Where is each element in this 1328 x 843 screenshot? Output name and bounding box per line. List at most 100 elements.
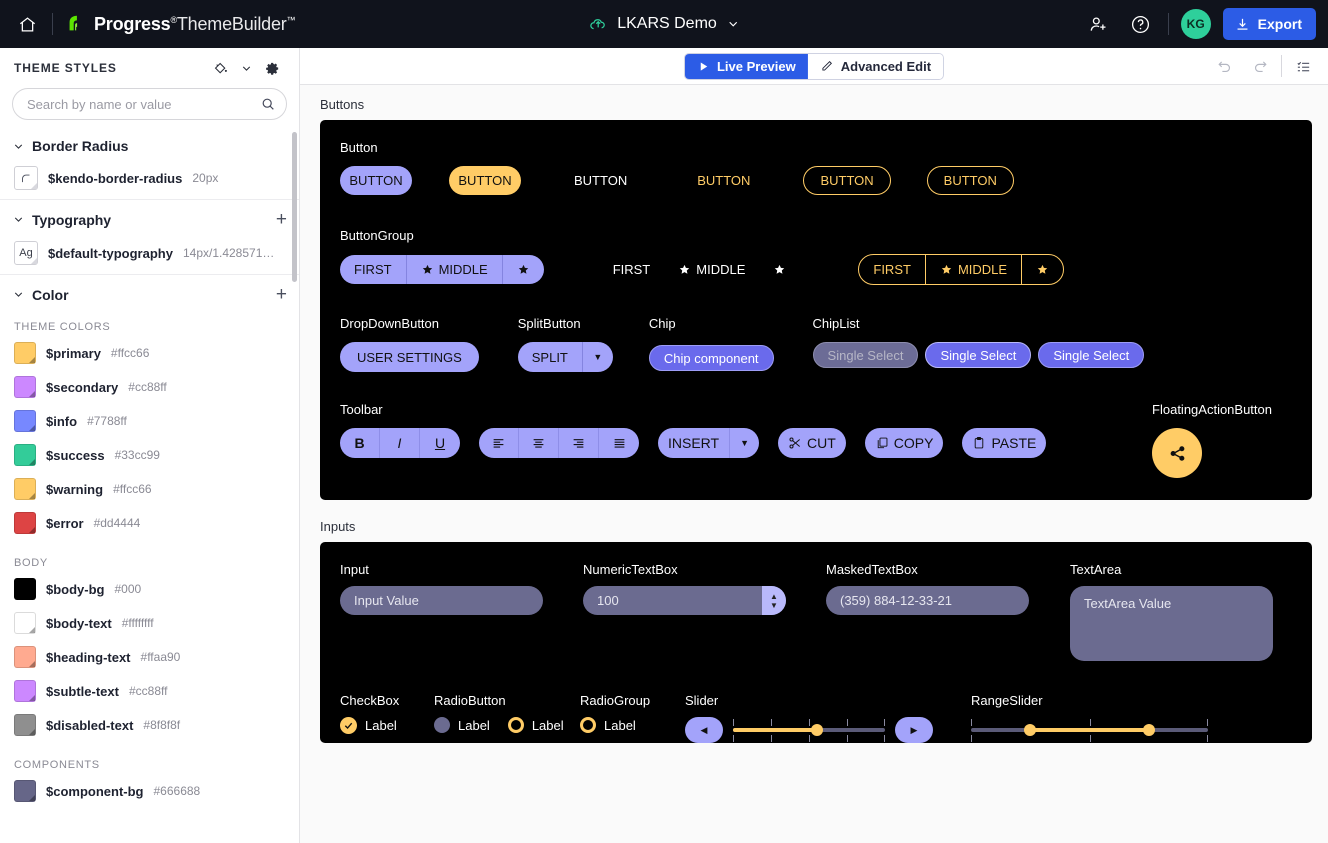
document-title-group[interactable]: LKARS Demo	[588, 14, 740, 34]
radio-selected-icon[interactable]	[507, 717, 524, 733]
button-link[interactable]: BUTTON	[680, 166, 767, 195]
token-value: #7788ff	[87, 414, 127, 428]
search-box[interactable]	[12, 88, 287, 120]
rangeslider-handle-end[interactable]	[1142, 724, 1155, 736]
chip-disabled[interactable]: Single Select	[812, 342, 919, 368]
paint-bucket-icon[interactable]	[205, 53, 235, 83]
radio-unselected-icon[interactable]	[434, 717, 450, 733]
cloud-upload-icon	[590, 19, 605, 30]
tab-live-preview[interactable]: Live Preview	[684, 53, 808, 79]
caret-right-icon[interactable]: ▶	[895, 717, 933, 743]
segment-first[interactable]: FIRST	[859, 255, 926, 284]
color-token-component-bg[interactable]: $component-bg #666688	[0, 777, 299, 811]
align-center-icon[interactable]	[519, 428, 559, 458]
color-token-body-bg[interactable]: $body-bg #000	[0, 575, 299, 609]
section-header-color[interactable]: Color +	[0, 275, 299, 313]
align-right-icon[interactable]	[559, 428, 599, 458]
align-justify-icon[interactable]	[599, 428, 639, 458]
color-token-success[interactable]: $success #33cc99	[0, 441, 299, 475]
segment-middle[interactable]: MIDDLE	[664, 255, 759, 284]
caret-down-icon[interactable]: ▼	[582, 342, 613, 372]
insert-button[interactable]: INSERT	[658, 428, 731, 458]
rangeslider-fill	[1030, 728, 1149, 732]
color-token-disabled-text[interactable]: $disabled-text #8f8f8f	[0, 711, 299, 745]
underline-button[interactable]: U	[420, 428, 460, 458]
color-token-subtle-text[interactable]: $subtle-text #cc88ff	[0, 677, 299, 711]
tab-advanced-edit[interactable]: Advanced Edit	[807, 53, 944, 79]
caret-down-icon[interactable]: ▼	[770, 601, 778, 610]
rangeslider-track[interactable]	[971, 717, 1208, 743]
chip-normal[interactable]: Single Select	[1038, 342, 1145, 368]
button-outline-1[interactable]: BUTTON	[803, 166, 891, 195]
color-token-primary[interactable]: $primary #ffcc66	[0, 339, 299, 373]
section-header-border-radius[interactable]: Border Radius	[0, 128, 299, 163]
masked-textbox[interactable]: (359) 884-12-33-21	[826, 586, 1029, 615]
slider-handle[interactable]	[810, 724, 823, 736]
checklist-icon[interactable]	[1288, 51, 1318, 81]
chip-selected[interactable]: Single Select	[925, 342, 1032, 368]
chevron-down-icon[interactable]	[238, 53, 254, 83]
segment-first[interactable]: FIRST	[340, 255, 407, 284]
bold-button[interactable]: B	[340, 428, 380, 458]
checkbox-item[interactable]: Label	[340, 717, 433, 734]
add-color-button[interactable]: +	[276, 285, 287, 304]
label-radiogroup: RadioGroup	[580, 693, 651, 708]
slider-track[interactable]	[733, 717, 885, 743]
avatar[interactable]: KG	[1180, 9, 1211, 39]
insert-group: INSERT ▼	[658, 428, 760, 458]
add-user-icon[interactable]	[1084, 9, 1114, 39]
segment-middle[interactable]: MIDDLE	[926, 255, 1023, 284]
help-circle-icon[interactable]	[1126, 9, 1156, 39]
copy-button[interactable]: COPY	[864, 428, 944, 458]
button-flat[interactable]: BUTTON	[557, 166, 644, 195]
token-row-border-radius[interactable]: $kendo-border-radius 20px	[0, 163, 299, 199]
color-token-body-text[interactable]: $body-text #ffffffff	[0, 609, 299, 643]
floating-action-button[interactable]	[1152, 428, 1203, 478]
color-token-error[interactable]: $error #dd4444	[0, 509, 299, 543]
segment-middle[interactable]: MIDDLE	[406, 255, 503, 284]
button-outline-2[interactable]: BUTTON	[926, 166, 1014, 195]
dropdown-button[interactable]: USER SETTINGS	[340, 342, 479, 372]
token-row-typography[interactable]: Ag $default-typography 14px/1.428571…	[0, 238, 299, 274]
home-icon[interactable]	[12, 9, 42, 39]
segment-star[interactable]	[1022, 255, 1063, 284]
buttons-panel: Button BUTTON BUTTON BUTTON BUTTON BUTTO…	[320, 120, 1312, 500]
color-token-warning[interactable]: $warning #ffcc66	[0, 475, 299, 509]
italic-button[interactable]: I	[380, 428, 420, 458]
color-token-secondary[interactable]: $secondary #cc88ff	[0, 373, 299, 407]
search-input[interactable]	[27, 96, 260, 112]
textarea-field[interactable]: TextArea Value	[1070, 586, 1273, 661]
add-typography-button[interactable]: +	[276, 210, 287, 229]
color-swatch	[14, 512, 36, 534]
color-token-info[interactable]: $info #7788ff	[0, 407, 299, 441]
align-left-icon[interactable]	[479, 428, 519, 458]
undo-icon[interactable]	[1209, 51, 1239, 81]
gear-icon[interactable]	[257, 53, 287, 83]
button-warning[interactable]: BUTTON	[449, 166, 521, 195]
segment-star[interactable]	[759, 255, 800, 284]
rangeslider-handle-start[interactable]	[1024, 724, 1037, 736]
paste-button[interactable]: PASTE	[962, 428, 1047, 458]
numeric-spinner[interactable]: ▲ ▼	[762, 586, 786, 615]
caret-down-icon[interactable]: ▼	[730, 428, 760, 458]
segment-star[interactable]	[502, 255, 544, 284]
numeric-textbox[interactable]: 100 ▲ ▼	[583, 586, 786, 615]
color-token-heading-text[interactable]: $heading-text #ffaa90	[0, 643, 299, 677]
redo-icon[interactable]	[1245, 51, 1275, 81]
radio-selected-icon[interactable]	[580, 717, 596, 733]
segment-first[interactable]: FIRST	[599, 255, 665, 284]
input-field[interactable]: Input Value	[340, 586, 543, 615]
radiogroup-item[interactable]: Label	[580, 717, 685, 733]
star-icon	[775, 264, 785, 274]
caret-up-icon[interactable]: ▲	[770, 592, 778, 601]
chevron-down-icon	[14, 143, 23, 149]
chip[interactable]: Chip component	[648, 345, 774, 371]
section-header-typography[interactable]: Typography +	[0, 200, 299, 238]
button-primary[interactable]: BUTTON	[340, 166, 412, 195]
split-button-main[interactable]: SPLIT	[517, 342, 583, 372]
export-button[interactable]: Export	[1222, 8, 1316, 40]
cut-button[interactable]: CUT	[778, 428, 846, 458]
caret-left-icon[interactable]: ◀	[685, 717, 723, 743]
check-icon[interactable]	[340, 717, 357, 734]
sidebar-scrollbar[interactable]	[292, 132, 297, 282]
